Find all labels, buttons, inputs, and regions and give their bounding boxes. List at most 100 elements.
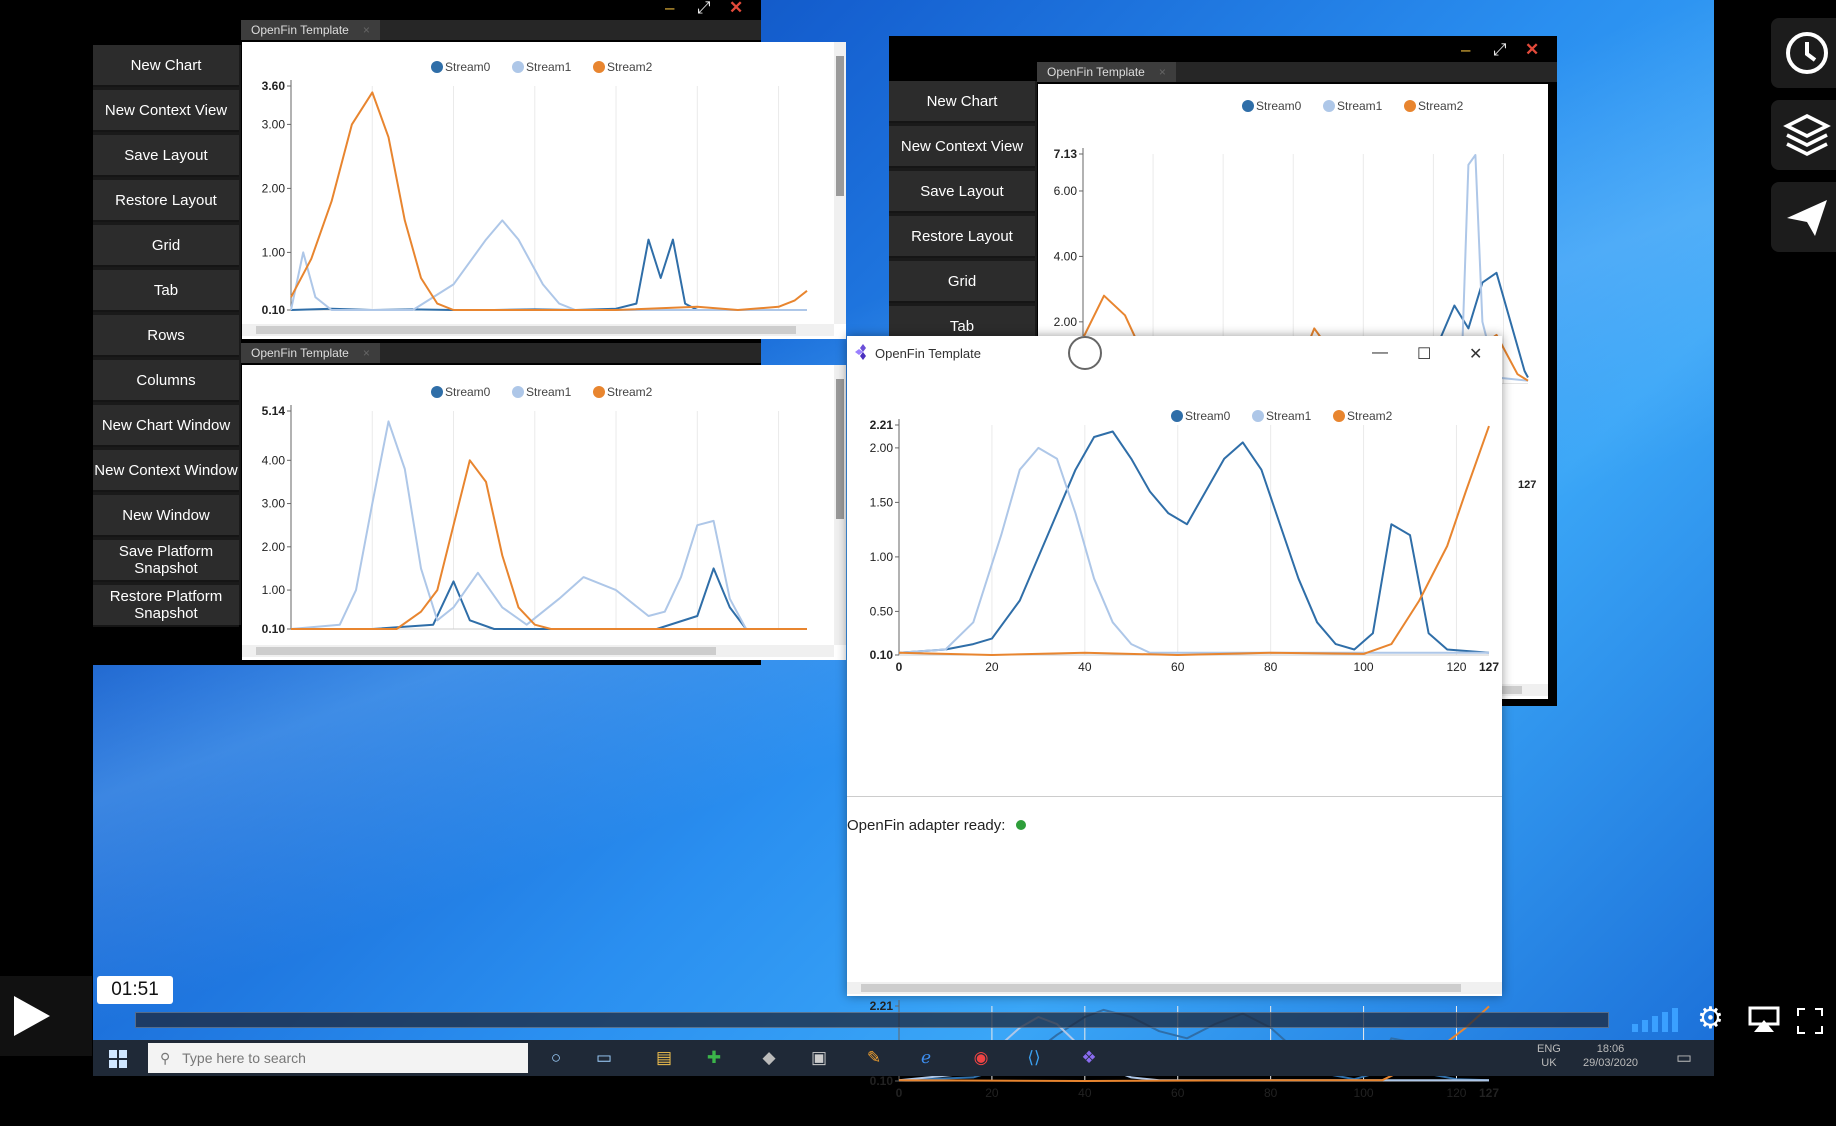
x-tick-label: 40 (1078, 660, 1092, 674)
taskbar-search[interactable]: ⚲ Type here to search (148, 1043, 528, 1073)
notification-icon[interactable]: ▭ (1673, 1048, 1695, 1068)
maximize-button[interactable]: ⤢ (1493, 41, 1507, 58)
tray-time: 18:06 (1596, 1043, 1625, 1055)
legend-label-stream2: Stream2 (1418, 99, 1464, 113)
tab-openfin-template[interactable]: OpenFin Template × (1037, 62, 1176, 82)
horizontal-scrollbar[interactable] (242, 324, 834, 336)
sidebar-button-grid[interactable]: Grid (889, 261, 1035, 303)
legend-label-stream1: Stream1 (1337, 99, 1383, 113)
sidebar-button-save-platform-snapshot[interactable]: Save Platform Snapshot (93, 540, 239, 582)
tray-clock: 18:06 29/03/2020 (1583, 1042, 1638, 1070)
sidebar-button-rows[interactable]: Rows (93, 315, 239, 357)
series-line-stream1 (290, 420, 807, 630)
sidebar-button-tab[interactable]: Tab (93, 270, 239, 312)
app-tools-icon[interactable]: ✎ (863, 1048, 885, 1068)
task-view-icon[interactable]: ▭ (593, 1048, 615, 1068)
series-line-stream2 (290, 91, 808, 311)
app-green-icon[interactable]: ✚ (703, 1048, 725, 1068)
tab-close-icon[interactable]: × (363, 346, 370, 360)
legend-swatch-stream2 (593, 61, 605, 73)
collections-button[interactable] (1771, 100, 1836, 170)
tab-close-icon[interactable]: × (363, 23, 370, 37)
y-tick-label: 2.00 (262, 540, 286, 554)
window-title: OpenFin Template (875, 346, 981, 361)
volume-icon[interactable] (1632, 1008, 1678, 1032)
maximize-button[interactable]: ☐ (1417, 344, 1431, 364)
airplay-icon[interactable] (1748, 1006, 1780, 1037)
legend-swatch-stream0 (431, 61, 443, 73)
x-tick-label: 127 (1479, 1086, 1499, 1100)
y-tick-label: 7.13 (1054, 147, 1078, 161)
legend-swatch-stream2 (1404, 100, 1416, 112)
chart-panel-top: 3.60 3.00 2.00 1.00 0.10 Stream0 Stream1 Stream… (242, 42, 846, 339)
sidebar-button-columns[interactable]: Columns (93, 360, 239, 402)
openfin-icon[interactable]: ❖ (1078, 1048, 1100, 1068)
app-window-icon[interactable]: ▣ (808, 1048, 830, 1068)
sidebar-button-save-layout[interactable]: Save Layout (93, 135, 239, 177)
x-tick-label: 80 (1264, 660, 1278, 674)
sidebar-button-restore-layout[interactable]: Restore Layout (889, 216, 1035, 258)
windows-start-icon[interactable] (109, 1050, 127, 1068)
minimize-button[interactable]: – (1461, 41, 1470, 58)
maximize-button[interactable]: ⤢ (697, 0, 711, 16)
tab-openfin-template[interactable]: OpenFin Template × (241, 20, 380, 40)
tray-lang: ENG UK (1537, 1042, 1561, 1070)
progress-track[interactable] (135, 1012, 1609, 1028)
y-tick-label: 5.14 (262, 404, 286, 418)
vertical-scrollbar[interactable] (834, 42, 846, 324)
tray-lang-code: ENG (1537, 1043, 1561, 1055)
close-button[interactable]: ✕ (1469, 344, 1482, 364)
app-diamond-icon[interactable]: ◆ (758, 1048, 780, 1068)
sidebar-button-grid[interactable]: Grid (93, 225, 239, 267)
legend-swatch-stream2 (593, 386, 605, 398)
settings-gear-icon[interactable]: ⚙ (1697, 1004, 1724, 1034)
sidebar-button-save-layout[interactable]: Save Layout (889, 171, 1035, 213)
vscode-icon[interactable]: ⟨⟩ (1023, 1048, 1045, 1068)
minimize-button[interactable]: — (1372, 344, 1388, 362)
series-line-stream2 (291, 459, 807, 630)
legend-label-stream0: Stream0 (445, 60, 491, 74)
legend-label-stream1: Stream1 (1266, 409, 1312, 423)
legend-label-stream2: Stream2 (607, 60, 653, 74)
minimize-button[interactable]: – (665, 0, 674, 16)
horizontal-scrollbar[interactable] (847, 982, 1502, 994)
sidebar-button-new-chart[interactable]: New Chart (93, 45, 239, 87)
sidebar-button-new-chart-window[interactable]: New Chart Window (93, 405, 239, 447)
tab-openfin-template[interactable]: OpenFin Template × (241, 343, 380, 363)
sidebar-button-new-context-window[interactable]: New Context Window (93, 450, 239, 492)
cortana-icon[interactable]: ○ (545, 1048, 567, 1068)
y-tick-label: 0.10 (870, 1074, 894, 1088)
share-button[interactable] (1771, 182, 1836, 252)
horizontal-scrollbar[interactable] (242, 645, 834, 657)
y-tick-label: 3.00 (262, 497, 286, 511)
fullscreen-icon[interactable] (1795, 1006, 1825, 1039)
close-button[interactable]: ✕ (729, 0, 743, 16)
series-line-stream1 (290, 219, 807, 311)
series-line-stream0 (898, 430, 1490, 654)
sidebar-button-new-chart[interactable]: New Chart (889, 81, 1035, 123)
file-explorer-icon[interactable]: ▤ (653, 1048, 675, 1068)
x-tick-label: 120 (1446, 660, 1466, 674)
vertical-scrollbar[interactable] (834, 365, 846, 645)
sidebar-button-new-context-view[interactable]: New Context View (93, 90, 239, 132)
sidebar-button-restore-platform-snapshot[interactable]: Restore Platform Snapshot (93, 585, 239, 627)
play-button[interactable] (0, 976, 92, 1056)
legend-label-stream0: Stream0 (445, 385, 491, 399)
sidebar-button-new-window[interactable]: New Window (93, 495, 239, 537)
search-placeholder: Type here to search (182, 1050, 306, 1066)
legend-label-stream0: Stream0 (1185, 409, 1231, 423)
y-tick-label: 2.00 (262, 181, 286, 195)
chrome-icon[interactable]: ◉ (970, 1048, 992, 1068)
tab-label: OpenFin Template (1047, 65, 1145, 79)
series-line-stream2 (898, 425, 1490, 656)
legend-swatch-stream0 (431, 386, 443, 398)
chart-window-front: OpenFin Template — ☐ ✕ 2.21 2.00 1.50 1.00 0… (847, 336, 1502, 1100)
watch-later-button[interactable] (1771, 18, 1836, 88)
tab-close-icon[interactable]: × (1159, 65, 1166, 79)
sidebar-button-new-context-view[interactable]: New Context View (889, 126, 1035, 168)
legend-swatch-stream1 (512, 386, 524, 398)
close-button[interactable]: ✕ (1525, 41, 1539, 58)
layers-icon (1783, 114, 1831, 156)
sidebar-button-restore-layout[interactable]: Restore Layout (93, 180, 239, 222)
edge-icon[interactable]: ℯ (915, 1048, 937, 1068)
